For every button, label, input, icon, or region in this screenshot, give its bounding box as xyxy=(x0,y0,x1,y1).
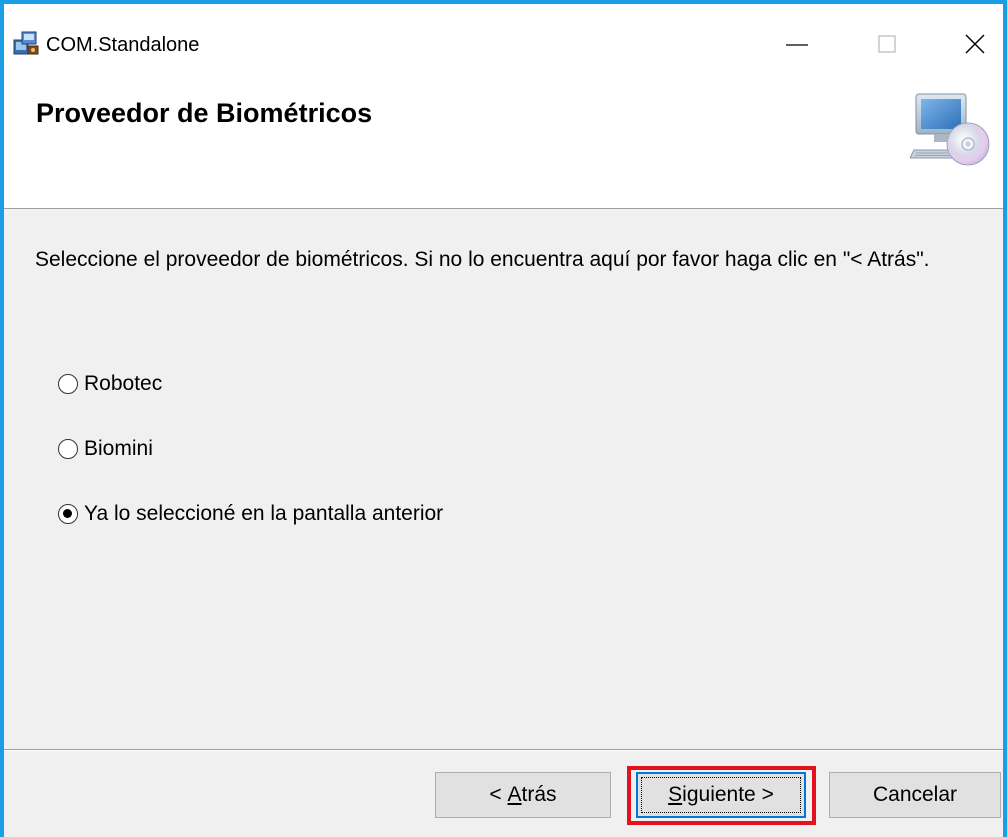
computer-cd-icon xyxy=(910,93,990,166)
next-button-highlight xyxy=(627,766,816,825)
instruction-text: Seleccione el proveedor de biométricos. … xyxy=(35,248,930,271)
wizard-header: Proveedor de Biométricos xyxy=(4,62,1003,209)
radio-label: Biomini xyxy=(84,437,153,460)
footer-divider xyxy=(4,749,1003,751)
installer-window: COM.Standalone Proveedor de Biométricos xyxy=(0,0,1007,837)
maximize-button[interactable] xyxy=(866,30,906,60)
radio-option-robotec[interactable]: Robotec xyxy=(58,369,162,399)
wizard-content: Seleccione el proveedor de biométricos. … xyxy=(4,209,1003,749)
cancel-button-label: Cancelar xyxy=(872,783,958,806)
title-bar[interactable]: COM.Standalone xyxy=(4,4,1003,62)
radio-option-biomini[interactable]: Biomini xyxy=(58,434,153,464)
radio-button[interactable] xyxy=(58,439,78,459)
radio-option-already-selected[interactable]: Ya lo seleccioné en la pantalla anterior xyxy=(58,499,443,529)
minimize-icon xyxy=(786,44,808,46)
page-title: Proveedor de Biométricos xyxy=(36,98,373,128)
radio-button[interactable] xyxy=(58,504,78,524)
cancel-button[interactable]: Cancelar xyxy=(829,772,1001,818)
back-button-label: trás xyxy=(521,783,557,806)
window-title: COM.Standalone xyxy=(46,34,200,56)
back-button-accelerator: A xyxy=(507,783,522,806)
minimize-button[interactable] xyxy=(776,30,816,60)
close-button[interactable] xyxy=(954,30,994,60)
back-button-prefix: < xyxy=(489,783,508,806)
installer-app-icon xyxy=(13,31,39,55)
maximize-icon xyxy=(878,35,896,53)
close-icon xyxy=(965,34,985,54)
radio-button[interactable] xyxy=(58,374,78,394)
radio-label: Robotec xyxy=(84,372,163,395)
radio-label: Ya lo seleccioné en la pantalla anterior xyxy=(84,502,444,525)
back-button[interactable]: < Atrás xyxy=(435,772,611,818)
